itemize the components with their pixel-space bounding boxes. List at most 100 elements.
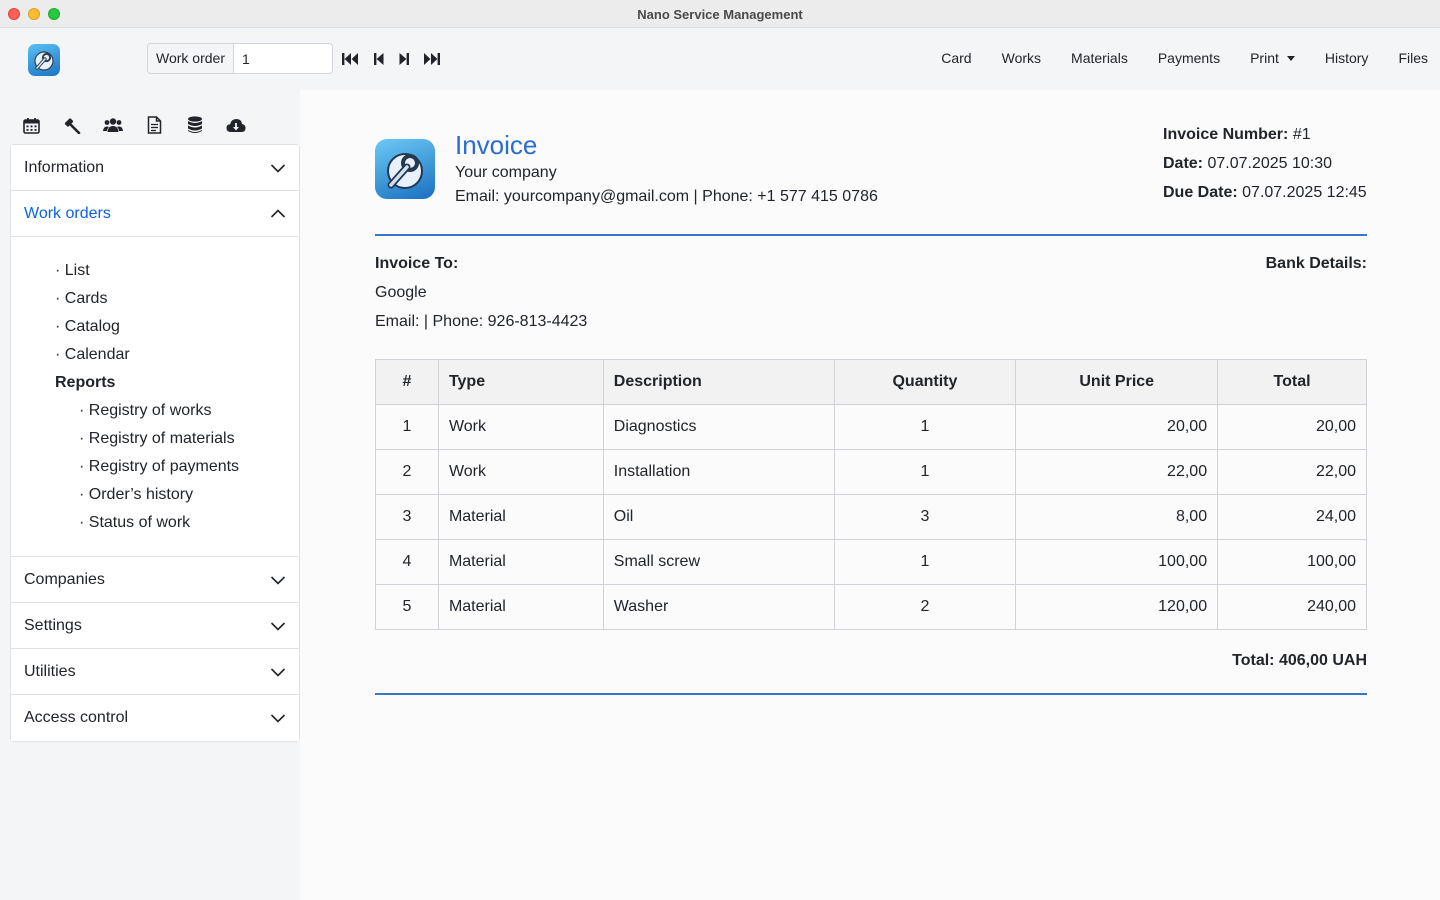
column-header: #: [375, 359, 439, 405]
last-record-button[interactable]: [422, 50, 440, 68]
company-name: Your company: [455, 164, 557, 181]
invoice-date: Date: 07.07.2025 10:30: [1163, 155, 1333, 172]
cell-type: Work: [437, 449, 604, 495]
section-work-orders-label: Work orders: [24, 204, 111, 222]
work-orders-panel: · List · Cards · Catalog · Calendar Repo…: [11, 237, 299, 557]
menu-history[interactable]: History: [1325, 50, 1369, 66]
step-back-icon: [374, 53, 384, 65]
nav-cards[interactable]: · Cards: [11, 285, 299, 313]
client-name: Google: [375, 284, 427, 301]
cell-type: Material: [437, 539, 604, 585]
gavel-icon[interactable]: [61, 115, 83, 135]
company-contact: Email: yourcompany@gmail.com | Phone: +1…: [455, 188, 878, 205]
nav-registry-of-payments[interactable]: · Registry of payments: [11, 453, 299, 481]
cell-total: 24,00: [1217, 494, 1367, 540]
cell-unit-price: 20,00: [1015, 404, 1219, 450]
section-work-orders[interactable]: Work orders: [11, 191, 299, 237]
cell-type: Material: [437, 494, 604, 540]
document-icon[interactable]: [143, 115, 165, 135]
nav-registry-of-materials[interactable]: · Registry of materials: [11, 425, 299, 453]
client-contact: Email: | Phone: 926-813-4423: [375, 313, 588, 330]
menu-files[interactable]: Files: [1398, 50, 1428, 66]
column-header: Unit Price: [1015, 359, 1219, 405]
menu-payments[interactable]: Payments: [1158, 50, 1220, 66]
section-information-label: Information: [24, 158, 105, 176]
nav-registry-of-works[interactable]: · Registry of works: [11, 397, 299, 425]
cell-number: 3: [375, 494, 439, 540]
section-companies-label: Companies: [24, 570, 105, 588]
bank-details-label: Bank Details:: [1265, 255, 1367, 272]
menu-print-dropdown[interactable]: Print: [1250, 50, 1295, 66]
invoice-due-date: Due Date: 07.07.2025 12:45: [1163, 184, 1367, 201]
chevron-down-icon: [270, 621, 286, 631]
invoice-to-label: Invoice To:: [375, 255, 459, 272]
nav-orders-history[interactable]: · Order’s history: [11, 481, 299, 509]
nav-status-of-work[interactable]: · Status of work: [11, 509, 299, 537]
record-number-input[interactable]: [233, 43, 333, 74]
cell-total: 20,00: [1217, 404, 1367, 450]
cell-quantity: 3: [833, 494, 1017, 540]
column-header: Description: [602, 359, 835, 405]
menu-materials[interactable]: Materials: [1071, 50, 1128, 66]
cell-description: Diagnostics: [602, 404, 835, 450]
skip-first-icon: [341, 53, 358, 65]
column-header: Quantity: [833, 359, 1017, 405]
table-row: 3 Material Oil 3 8,00 24,00: [375, 494, 1367, 540]
divider: [375, 693, 1367, 695]
chevron-down-icon: [270, 714, 286, 723]
table-row: 1 Work Diagnostics 1 20,00 20,00: [375, 404, 1367, 450]
cell-number: 5: [375, 584, 439, 630]
record-navigator: Work order: [147, 43, 333, 74]
grand-total: Total: 406,00 UAH: [1232, 652, 1367, 669]
cell-quantity: 1: [833, 404, 1017, 450]
table-header-row: # Type Description Quantity Unit Price T…: [375, 359, 1367, 405]
column-header: Type: [437, 359, 604, 405]
cell-total: 22,00: [1217, 449, 1367, 495]
invoice-table: # Type Description Quantity Unit Price T…: [375, 359, 1367, 630]
skip-last-icon: [423, 53, 440, 65]
section-settings[interactable]: Settings: [11, 603, 299, 649]
invoice-title: Invoice: [455, 130, 538, 160]
nav-catalog[interactable]: · Catalog: [11, 313, 299, 341]
main-content: Invoice Your company Email: yourcompany@…: [300, 90, 1440, 900]
top-toolbar: Work order Card Works Materials Payments…: [0, 28, 1440, 90]
cell-total: 240,00: [1217, 584, 1367, 630]
chevron-down-icon: [270, 667, 286, 677]
cell-description: Installation: [602, 449, 835, 495]
section-settings-label: Settings: [24, 616, 82, 634]
menu-print-label: Print: [1250, 50, 1279, 66]
calendar-icon[interactable]: [20, 115, 42, 135]
first-record-button[interactable]: [341, 50, 359, 68]
section-utilities[interactable]: Utilities: [11, 649, 299, 695]
chevron-down-icon: [270, 575, 286, 585]
menu-works[interactable]: Works: [1002, 50, 1041, 66]
cell-number: 2: [375, 449, 439, 495]
step-forward-icon: [399, 53, 409, 65]
database-icon[interactable]: [184, 115, 206, 135]
cell-total: 100,00: [1217, 539, 1367, 585]
reports-heading: Reports: [55, 374, 116, 391]
cell-unit-price: 22,00: [1015, 449, 1219, 495]
cell-unit-price: 120,00: [1015, 584, 1219, 630]
cell-type: Material: [437, 584, 604, 630]
cell-type: Work: [437, 404, 604, 450]
menu-card[interactable]: Card: [941, 50, 971, 66]
company-logo-icon: [375, 139, 435, 199]
section-access-control-label: Access control: [24, 709, 129, 726]
previous-record-button[interactable]: [370, 50, 388, 68]
nav-calendar[interactable]: · Calendar: [11, 341, 299, 369]
section-information[interactable]: Information: [11, 145, 299, 191]
cloud-download-icon[interactable]: [225, 115, 247, 135]
nav-list[interactable]: · List: [11, 257, 299, 285]
section-access-control[interactable]: Access control: [11, 695, 299, 741]
cell-number: 4: [375, 539, 439, 585]
invoice-number: Invoice Number: #1: [1163, 126, 1311, 143]
next-record-button[interactable]: [395, 50, 413, 68]
chevron-up-icon: [270, 208, 286, 218]
section-companies[interactable]: Companies: [11, 557, 299, 603]
record-type-label: Work order: [147, 43, 234, 74]
cell-description: Washer: [602, 584, 835, 630]
chevron-down-icon: [270, 163, 286, 173]
cell-unit-price: 8,00: [1015, 494, 1219, 540]
users-icon[interactable]: [102, 115, 124, 135]
